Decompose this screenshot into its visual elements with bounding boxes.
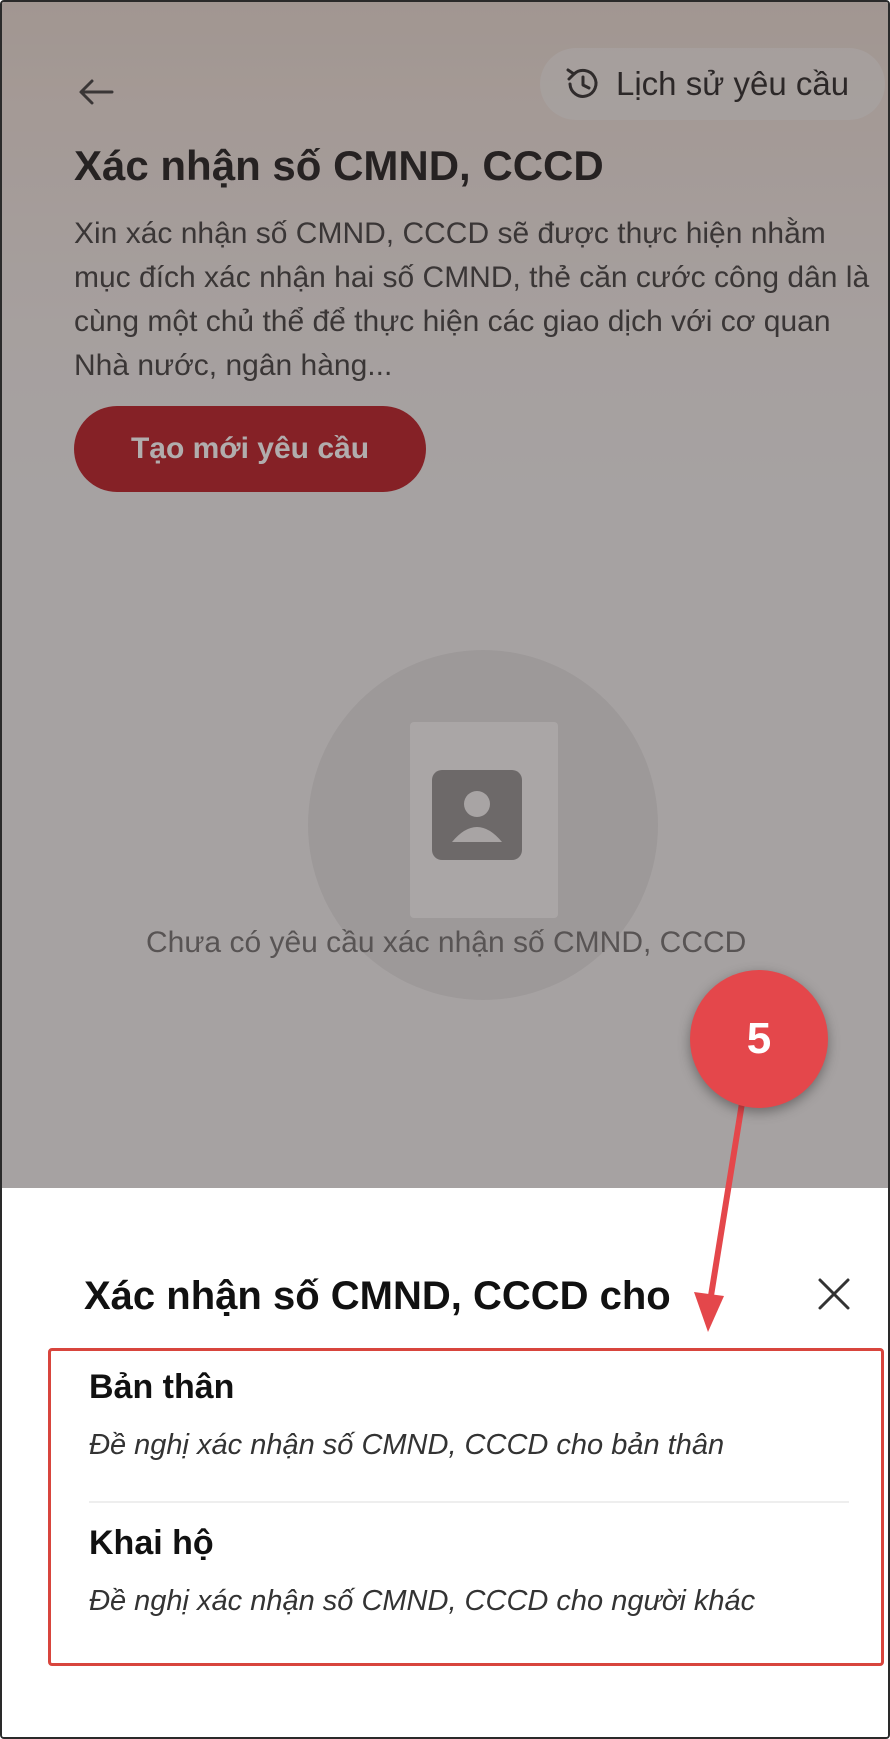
option-title: Khai hộ [89, 1524, 214, 1562]
option-subtitle: Đề nghị xác nhận số CMND, CCCD cho bản t… [89, 1429, 725, 1461]
sheet-title: Xác nhận số CMND, CCCD cho [84, 1274, 671, 1318]
close-icon [818, 1278, 850, 1310]
option-divider [89, 1501, 849, 1503]
bottom-sheet: Xác nhận số CMND, CCCD cho Bản thân Đề n… [2, 1188, 888, 1737]
app-screen: Lịch sử yêu cầu Xác nhận số CMND, CCCD X… [0, 0, 890, 1739]
option-on-behalf[interactable]: Khai hộ Đề nghị xác nhận số CMND, CCCD c… [89, 1519, 869, 1649]
step-number-badge: 5 [690, 970, 828, 1108]
option-highlight-box: Bản thân Đề nghị xác nhận số CMND, CCCD … [48, 1348, 884, 1666]
option-subtitle: Đề nghị xác nhận số CMND, CCCD cho người… [89, 1585, 756, 1617]
close-button[interactable] [808, 1268, 860, 1320]
option-self[interactable]: Bản thân Đề nghị xác nhận số CMND, CCCD … [89, 1363, 869, 1493]
option-title: Bản thân [89, 1368, 235, 1406]
